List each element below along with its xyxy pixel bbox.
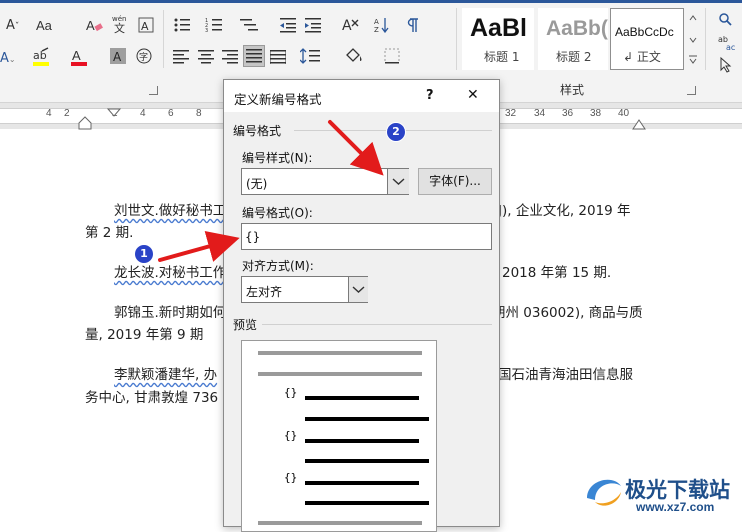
annotation-arrow-1 <box>158 231 240 262</box>
watermark-logo-icon <box>583 470 625 512</box>
step-marker-1: 1 <box>134 244 154 264</box>
watermark-url: www.xz7.com <box>636 500 715 514</box>
annotation-arrow-2 <box>328 120 384 176</box>
annotation-arrows <box>158 120 384 262</box>
step-marker-2: 2 <box>386 122 406 142</box>
